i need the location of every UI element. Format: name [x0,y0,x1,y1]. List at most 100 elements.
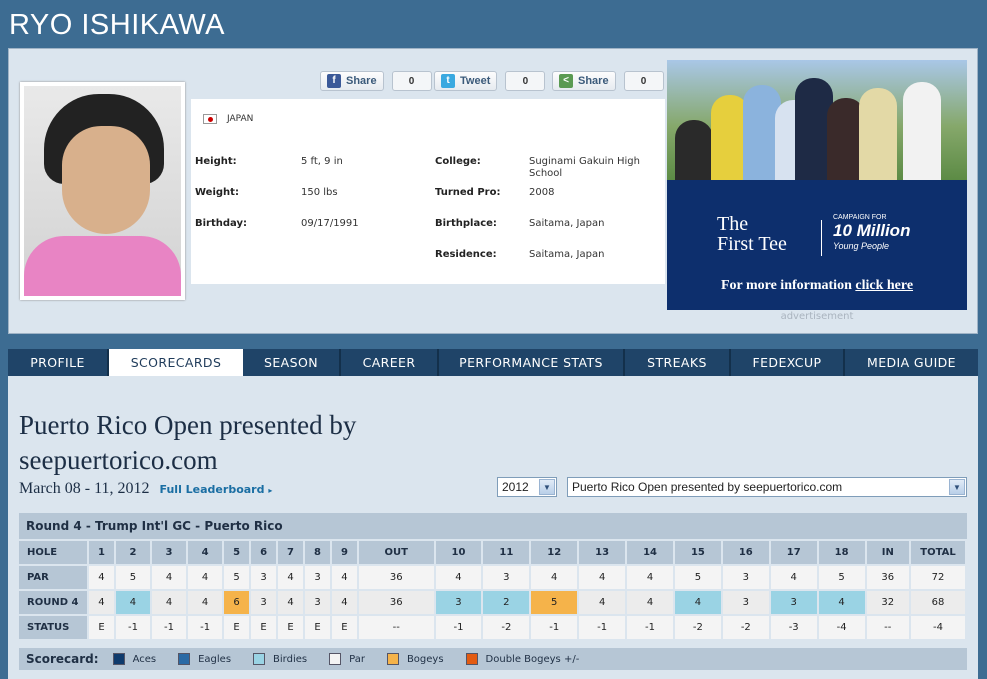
score-cell: 36 [358,566,436,591]
twitter-share[interactable]: t Tweet 0 [434,71,546,91]
score-cell: 5 [531,591,580,616]
tab-streaks[interactable]: STREAKS [625,349,731,376]
share-button[interactable]: < Share [552,71,616,91]
score-cell: -1 [152,616,189,641]
score-cell: 3 [305,591,332,616]
score-cell: -4 [911,616,967,641]
legend-item: Double Bogeys +/- [465,653,579,665]
score-cell: 8 [305,541,332,566]
facebook-share-button[interactable]: f Share [320,71,384,91]
tab-career[interactable]: CAREER [341,349,439,376]
score-cell: 14 [627,541,675,566]
score-cell: 4 [674,591,723,616]
tab-season[interactable]: SEASON [243,349,341,376]
score-cell: 12 [531,541,580,566]
score-cell: 5 [224,566,252,591]
score-cell: 4 [89,591,116,616]
player-country: JAPAN [203,114,253,124]
turned-pro-value: 2008 [529,187,555,198]
score-cell: -- [866,616,911,641]
legend-swatch [253,653,266,665]
ad-brand-line2: First Tee [717,233,787,255]
legend-item: Bogeys [386,653,444,665]
ad-click-here-link[interactable]: click here [855,278,913,293]
residence-value: Saitama, Japan [529,249,605,260]
score-cell: -1 [531,616,580,641]
score-cell: 7 [278,541,306,566]
scorecards-content: Puerto Rico Open presented by seepuertor… [8,376,978,679]
score-cell: 2 [483,591,532,616]
table-row-round: ROUND 4 4 4 4 4 6 3 4 3 4 36 3 2 5 4 4 4 3 3 4 32 68 [19,591,967,616]
score-cell: 32 [866,591,911,616]
score-cell: 11 [483,541,532,566]
birthplace-value: Saitama, Japan [529,218,605,229]
advertisement-label: advertisement [780,311,854,322]
score-cell: -2 [722,616,771,641]
score-cell: 18 [818,541,867,566]
tab-scorecards[interactable]: SCORECARDS [109,349,243,376]
legend-item: Birdies [253,653,307,665]
score-cell: 4 [188,591,225,616]
score-cell: 6 [224,591,252,616]
college-label: College: [435,156,481,167]
row-label-status: STATUS [19,616,89,641]
tweet-button[interactable]: t Tweet [434,71,498,91]
score-cell: 5 [818,566,867,591]
score-cell: 4 [331,566,359,591]
scorecard-legend: Scorecard: Aces Eagles Birdies Par Bogeys Dou… [19,648,967,670]
tab-media-guide[interactable]: MEDIA GUIDE [845,349,978,376]
score-cell: 4 [531,566,580,591]
score-cell: -3 [770,616,819,641]
facebook-share[interactable]: f Share 0 [320,71,432,91]
legend-item: Eagles [178,653,231,665]
ad-campaign-small: CAMPAIGN FOR [833,214,887,221]
score-cell: 6 [251,541,279,566]
score-cell: 2 [115,541,153,566]
full-leaderboard-link[interactable]: Full Leaderboard ▸ [160,483,273,496]
dropdown-arrow-icon: ▼ [949,479,965,495]
score-cell: 4 [188,566,225,591]
score-cell: TOTAL [911,541,967,566]
score-cell: 4 [152,566,189,591]
legend-label: Aces [132,653,157,665]
dropdown-arrow-icon: ▼ [539,479,555,495]
score-cell: 3 [251,566,279,591]
score-cell: -4 [818,616,867,641]
tournament-select[interactable]: Puerto Rico Open presented by seepuertor… [567,477,967,497]
score-cell: 4 [278,591,306,616]
row-label-round: ROUND 4 [19,591,89,616]
score-cell: E [331,616,359,641]
score-cell: 3 [722,591,771,616]
round-header: Round 4 - Trump Int'l GC - Puerto Rico [19,513,967,539]
player-info-card: JAPAN Height: 5 ft, 9 in Weight: 150 lbs… [191,99,665,284]
ad-cta-text: For more information [720,278,852,293]
first-tee-advertisement[interactable]: The First Tee CAMPAIGN FOR 10 Million Yo… [667,60,967,310]
twitter-bird-icon: t [441,74,455,88]
score-cell: 4 [579,566,628,591]
table-row-hole: HOLE 1 2 3 4 5 6 7 8 9 OUT 10 11 12 13 14 15 16 17 18 IN TOT… [19,541,967,566]
score-cell: 3 [722,566,771,591]
generic-share[interactable]: < Share 0 [552,71,664,91]
tab-fedexcup[interactable]: FEDEXCUP [731,349,845,376]
score-cell: 4 [435,566,484,591]
tab-profile[interactable]: PROFILE [8,349,109,376]
score-cell: 10 [435,541,484,566]
score-cell: 16 [722,541,771,566]
score-cell: 4 [331,591,359,616]
year-select[interactable]: 2012 ▼ [497,477,557,497]
score-cell: 4 [627,591,675,616]
score-cell: 68 [911,591,967,616]
score-cell: 4 [579,591,628,616]
legend-swatch [386,653,399,665]
score-cell: 1 [89,541,116,566]
score-cell: 4 [89,566,116,591]
tab-performance-stats[interactable]: PERFORMANCE STATS [439,349,625,376]
score-cell: -2 [674,616,723,641]
score-cell: 4 [278,566,306,591]
score-cell: 4 [818,591,867,616]
score-cell: 72 [911,566,967,591]
score-cell: 3 [483,566,532,591]
score-cell: OUT [358,541,436,566]
ad-campaign-sub: Young People [833,241,890,251]
score-cell: 5 [224,541,252,566]
